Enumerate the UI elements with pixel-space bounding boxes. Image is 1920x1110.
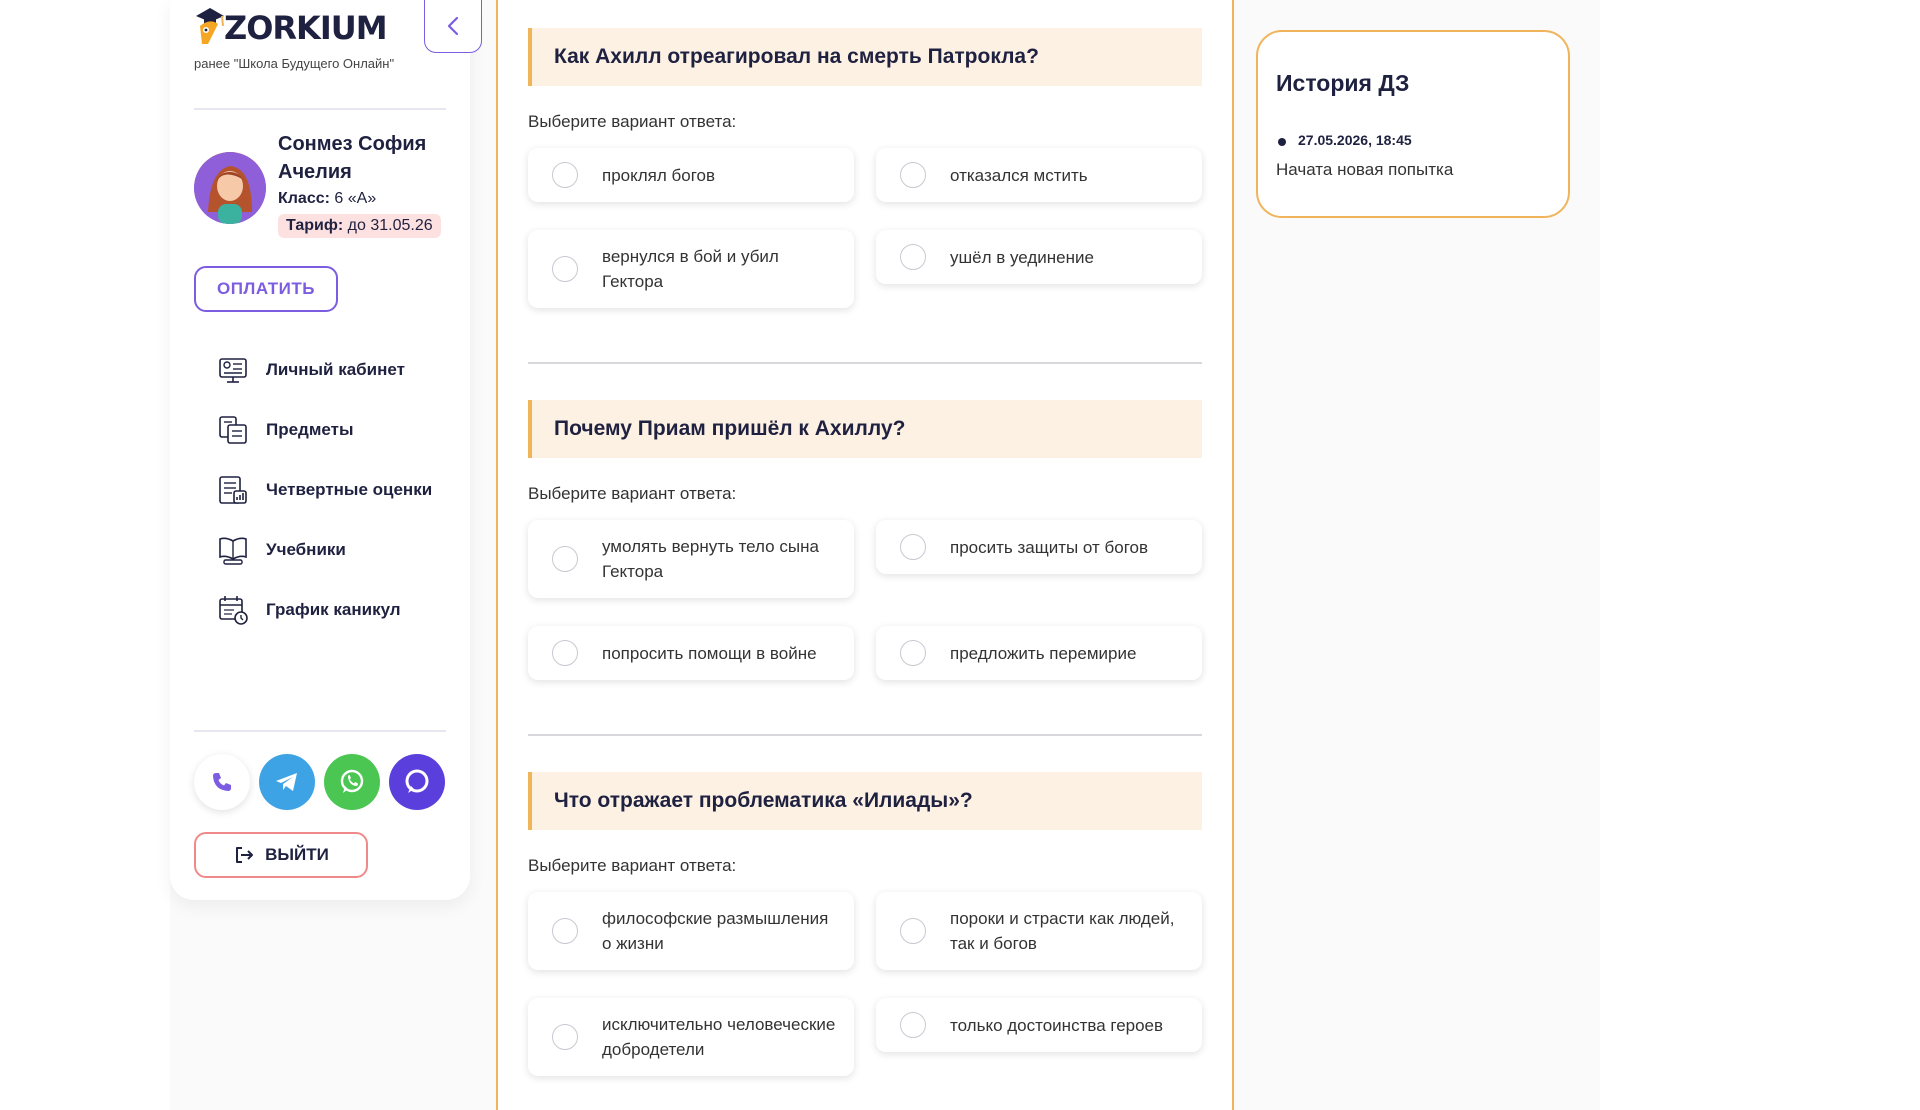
question: Что отражает проблематика «Илиады»? Выбе… [528,772,1202,876]
answer-option[interactable]: пороки и страсти как людей, так и богов [876,892,1202,970]
logo-text: ZORKIUM [224,9,388,47]
student-name: Сонмез София Ачелия [278,133,427,183]
sidebar-item-holidays[interactable]: График каникул [216,580,456,640]
answer-label: просить защиты от богов [950,537,1149,557]
whatsapp-icon [340,769,364,793]
chat-button[interactable] [389,754,445,810]
contact-links [194,754,445,810]
sidebar: ZORKIUM ранее "Школа Будущего Онлайн" Со… [170,0,482,900]
phone-button[interactable] [194,754,250,810]
answer-option[interactable]: попросить помощи в войне [528,626,854,680]
tariff-value: до 31.05.26 [347,217,433,234]
sidebar-item-label: Учебники [266,540,346,559]
sidebar-item-dashboard[interactable]: Личный кабинет [216,340,456,400]
owl-logo-icon [194,4,226,48]
answer-label: исключительно человеческие добродетели [602,1015,836,1059]
calendar-icon [219,596,248,625]
question: Почему Приам пришёл к Ахиллу? Выберите в… [528,400,1202,504]
answer-label: пороки и страсти как людей, так и богов [950,909,1175,953]
question: Как Ахилл отреагировал на смерть Патрокл… [528,28,1202,132]
history-timestamp: 27.05.2026, 18:45 [1298,132,1412,148]
radio-button[interactable] [552,546,578,572]
answer-label: проклял богов [602,165,716,185]
sidebar-item-label: График каникул [266,600,401,619]
radio-button[interactable] [552,918,578,944]
logout-icon [236,847,254,863]
subjects-icon [219,416,247,444]
sidebar-item-label: Предметы [266,420,354,439]
sidebar-item-textbooks[interactable]: Учебники [216,520,456,580]
question-separator [528,734,1202,736]
class-label: Класс: [278,190,330,207]
pay-button[interactable]: ОПЛАТИТЬ [194,266,338,312]
history-title: История ДЗ [1276,70,1410,96]
answer-label: отказался мстить [950,165,1088,185]
sidebar-item-subjects[interactable]: Предметы [216,400,456,460]
chat-icon [405,769,429,793]
answer-label: только достоинства героев [950,1015,1164,1035]
history-bullet [1278,138,1286,146]
radio-button[interactable] [900,244,926,270]
radio-button[interactable] [900,534,926,560]
radio-button[interactable] [552,162,578,188]
logout-label: ВЫЙТИ [265,845,329,864]
answer-label: философские размышления о жизни [602,909,829,953]
radio-button[interactable] [900,918,926,944]
question-hint: Выберите вариант ответа: [528,484,737,503]
answer-option[interactable]: только достоинства героев [876,998,1202,1052]
answer-option[interactable]: проклял богов [528,148,854,202]
answer-option[interactable]: исключительно человеческие добродетели [528,998,854,1076]
chevron-left-icon [447,16,459,36]
class-value: 6 «А» [334,190,377,207]
homework-questions: Как Ахилл отреагировал на смерть Патрокл… [496,0,1234,1110]
sidebar-item-label: Четвертные оценки [266,480,433,499]
collapse-sidebar-button[interactable] [424,0,482,53]
radio-button[interactable] [552,256,578,282]
answer-label: ушёл в уединение [950,247,1094,267]
answer-option[interactable]: просить защиты от богов [876,520,1202,574]
answer-option[interactable]: ушёл в уединение [876,230,1202,284]
question-title: Как Ахилл отреагировал на смерть Патрокл… [528,28,1202,86]
divider [194,730,446,732]
sidebar-item-grades[interactable]: Четвертные оценки [216,460,456,520]
tariff-badge: Тариф: до 31.05.26 [278,214,441,238]
tariff-label: Тариф: [286,217,344,234]
grades-icon [219,476,247,504]
radio-button[interactable] [900,640,926,666]
telegram-button[interactable] [259,754,315,810]
radio-button[interactable] [552,1024,578,1050]
question-separator [528,362,1202,364]
answer-label: предложить перемирие [950,643,1137,663]
answer-label: вернулся в бой и убил Гектора [602,247,779,291]
answer-option[interactable]: отказался мстить [876,148,1202,202]
logo[interactable]: ZORKIUM [194,4,388,48]
question-title: Почему Приам пришёл к Ахиллу? [528,400,1202,458]
answer-option[interactable]: предложить перемирие [876,626,1202,680]
avatar[interactable] [194,152,266,224]
homework-history-card: История ДЗ 27.05.2026, 18:45 Начата нова… [1256,30,1570,218]
history-entry-text: Начата новая попытка [1276,160,1454,179]
whatsapp-button[interactable] [324,754,380,810]
answer-label: попросить помощи в войне [602,643,817,663]
logo-subtitle: ранее "Школа Будущего Онлайн" [194,56,395,71]
textbook-icon [219,537,247,565]
question-title: Что отражает проблематика «Илиады»? [528,772,1202,830]
answer-option[interactable]: вернулся в бой и убил Гектора [528,230,854,308]
question-hint: Выберите вариант ответа: [528,856,737,875]
radio-button[interactable] [900,162,926,188]
telegram-icon [276,773,297,791]
divider [194,108,446,110]
phone-icon [213,773,231,791]
question-hint: Выберите вариант ответа: [528,112,737,131]
sidebar-nav: Личный кабинет Предметы Четвертные оценк… [216,340,456,640]
sidebar-item-label: Личный кабинет [266,360,405,379]
logout-button[interactable]: ВЫЙТИ [194,832,368,878]
dashboard-icon [219,358,247,383]
student-class: Класс: 6 «А» [278,190,376,208]
answer-option[interactable]: умолять вернуть тело сына Гектора [528,520,854,598]
radio-button[interactable] [552,640,578,666]
radio-button[interactable] [900,1012,926,1038]
answer-option[interactable]: философские размышления о жизни [528,892,854,970]
answer-label: умолять вернуть тело сына Гектора [602,537,819,581]
